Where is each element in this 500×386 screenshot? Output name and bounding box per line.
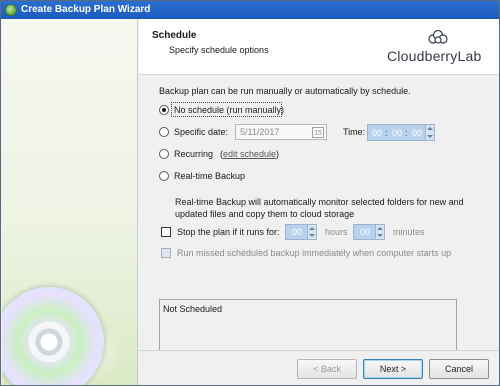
minutes-spinner[interactable] — [375, 224, 385, 240]
date-value: 5/11/2017 — [240, 127, 280, 137]
spin-down-icon[interactable] — [377, 234, 383, 237]
time-separator: : — [405, 128, 408, 138]
time-hours[interactable]: 00 — [370, 128, 384, 138]
spin-up-icon[interactable] — [377, 227, 383, 230]
spin-up-icon[interactable] — [309, 227, 315, 230]
side-panel — [2, 19, 138, 385]
schedule-content: Backup plan can be run manually or autom… — [139, 76, 499, 356]
hours-spinner[interactable] — [307, 224, 317, 240]
page-subtitle: Specify schedule options — [169, 45, 269, 55]
spin-down-icon[interactable] — [309, 234, 315, 237]
schedule-status-text: Not Scheduled — [163, 304, 223, 314]
cloudberry-logo: CloudberryLab — [387, 29, 483, 69]
next-button[interactable]: Next > — [363, 359, 423, 379]
no-schedule-radio[interactable] — [159, 105, 169, 115]
time-separator: : — [385, 128, 388, 138]
run-missed-label: Run missed scheduled backup immediately … — [177, 248, 452, 258]
edit-schedule-group: (edit schedule) — [220, 149, 280, 159]
app-icon — [5, 4, 17, 16]
stop-plan-label[interactable]: Stop the plan if it runs for: — [177, 227, 280, 237]
intro-text: Backup plan can be run manually or autom… — [159, 86, 411, 96]
time-spinner[interactable] — [425, 124, 435, 141]
back-button[interactable]: < Back — [297, 359, 357, 379]
spin-down-icon[interactable] — [427, 135, 433, 138]
realtime-description: Real-time Backup will automatically moni… — [175, 197, 464, 219]
edit-schedule-link[interactable]: edit schedule — [223, 149, 276, 159]
recurring-label[interactable]: Recurring — [174, 149, 213, 159]
time-minutes[interactable]: 00 — [390, 128, 404, 138]
realtime-radio[interactable] — [159, 171, 169, 181]
run-missed-checkbox[interactable] — [161, 248, 171, 258]
specific-date-radio[interactable] — [159, 127, 169, 137]
date-input[interactable]: 5/11/2017 15 — [235, 124, 327, 140]
spin-up-icon[interactable] — [427, 127, 433, 130]
logo-text: CloudberryLab — [387, 48, 482, 64]
calendar-icon[interactable]: 15 — [312, 127, 324, 138]
footer-divider — [139, 350, 499, 351]
title-bar: Create Backup Plan Wizard — [1, 1, 499, 19]
wizard-window: Create Backup Plan Wizard Schedule Speci… — [0, 0, 500, 386]
page-title: Schedule — [152, 30, 197, 41]
no-schedule-label[interactable]: No schedule (run manually) — [174, 105, 284, 115]
wizard-header: Schedule Specify schedule options Cloudb… — [139, 19, 499, 75]
recurring-radio[interactable] — [159, 149, 169, 159]
stop-plan-checkbox[interactable] — [161, 227, 171, 237]
hours-label: hours — [325, 227, 348, 237]
specific-date-label[interactable]: Specific date: — [174, 127, 228, 137]
time-label: Time: — [343, 127, 366, 137]
minutes-label: minutes — [393, 227, 425, 237]
window-title: Create Backup Plan Wizard — [21, 4, 151, 15]
time-seconds[interactable]: 00 — [410, 128, 424, 138]
realtime-label[interactable]: Real-time Backup — [174, 171, 245, 181]
cancel-button[interactable]: Cancel — [429, 359, 489, 379]
cloud-berry-icon — [428, 29, 448, 44]
schedule-status-box: Not Scheduled — [159, 299, 457, 351]
disc-icon — [2, 287, 104, 385]
